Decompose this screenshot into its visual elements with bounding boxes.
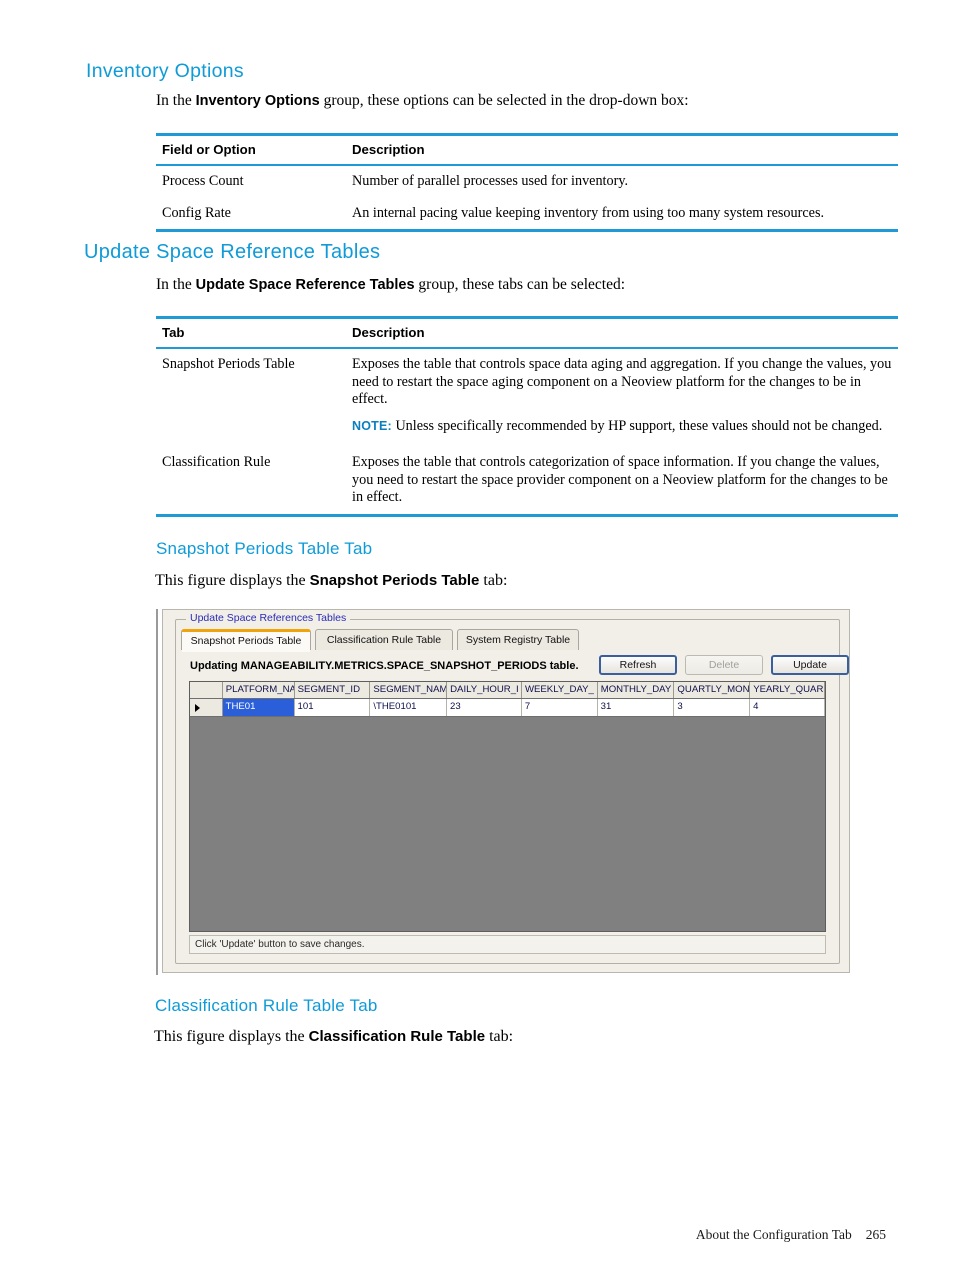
column-header-segment-nam[interactable]: SEGMENT_NAM: [370, 682, 448, 698]
cell-description: Exposes the table that controls categori…: [346, 442, 898, 517]
note-label: NOTE:: [352, 418, 392, 433]
cell-field: Process Count: [162, 173, 244, 189]
cell-weekly-day[interactable]: 7: [521, 699, 598, 716]
section-heading-inventory-options: Inventory Options: [86, 60, 244, 82]
page-footer: About the Configuration Tab 265: [696, 1227, 886, 1243]
update-button[interactable]: Update: [771, 655, 849, 675]
figure-left-rule: [156, 609, 158, 975]
intro-bold-text: Inventory Options: [195, 93, 320, 109]
cell-yearly-quar[interactable]: 4: [750, 699, 825, 716]
grid-header-row: PLATFORM_NA SEGMENT_ID SEGMENT_NAM DAILY…: [190, 682, 825, 699]
cell-description: Number of parallel processes used for in…: [352, 173, 629, 189]
caption-post-text: tab:: [485, 1028, 514, 1045]
cell-monthly-day[interactable]: 31: [597, 699, 675, 716]
cell-tab: Classification Rule: [156, 442, 346, 517]
column-header-tab: Tab: [156, 316, 346, 349]
delete-button: Delete: [685, 655, 763, 675]
column-header-monthly-day[interactable]: MONTHLY_DAY: [597, 682, 675, 698]
column-header-weekly-day[interactable]: WEEKLY_DAY_: [521, 682, 598, 698]
snapshot-periods-data-grid[interactable]: PLATFORM_NA SEGMENT_ID SEGMENT_NAM DAILY…: [189, 681, 826, 932]
note-block: NOTE: Unless specifically recommended by…: [352, 409, 892, 436]
snapshot-periods-caption: This figure displays the Snapshot Period…: [155, 571, 895, 591]
cell-tab: Snapshot Periods Table: [162, 356, 295, 372]
column-header-description: Description: [346, 316, 898, 349]
note-text: Unless specifically recommended by HP su…: [395, 417, 883, 434]
tab-system-registry-table[interactable]: System Registry Table: [457, 629, 579, 650]
column-header-quartly-mon[interactable]: QUARTLY_MON: [674, 682, 751, 698]
page-number: 265: [865, 1227, 886, 1242]
table-row: Snapshot Periods Table Exposes the table…: [156, 348, 898, 442]
intro-pre-text: In the: [156, 92, 196, 109]
intro-bold-text: Update Space Reference Tables: [195, 277, 415, 293]
classification-rule-caption: This figure displays the Classification …: [154, 1027, 894, 1047]
column-header-segment-id[interactable]: SEGMENT_ID: [294, 682, 371, 698]
figure-snapshot-periods-table-tab: Update Space References Tables Snapshot …: [156, 609, 850, 975]
inventory-options-table: Field or Option Description Process Coun…: [156, 133, 898, 232]
cell-quartly-mon[interactable]: 3: [674, 699, 751, 716]
tab-snapshot-periods-table[interactable]: Snapshot Periods Table: [181, 629, 311, 650]
description-text: Exposes the table that controls space da…: [352, 356, 892, 407]
tab-classification-rule-table[interactable]: Classification Rule Table: [315, 629, 453, 650]
intro-pre-text: In the: [156, 276, 196, 293]
caption-pre-text: This figure displays the: [155, 572, 310, 589]
table-row: Classification Rule Exposes the table th…: [156, 442, 898, 517]
cell-segment-nam[interactable]: \THE0101: [370, 699, 448, 716]
inventory-options-intro: In the Inventory Options group, these op…: [156, 91, 896, 111]
tab-strip: Snapshot Periods Table Classification Ru…: [181, 629, 834, 650]
table-header-row: Tab Description: [156, 316, 898, 349]
column-header-yearly-quar[interactable]: YEARLY_QUAR: [750, 682, 825, 698]
subsection-heading-classification-rule-table-tab: Classification Rule Table Tab: [155, 996, 378, 1015]
column-header-field-or-option: Field or Option: [156, 133, 346, 166]
footer-title: About the Configuration Tab: [695, 1227, 852, 1242]
caption-pre-text: This figure displays the: [154, 1028, 309, 1045]
table-row[interactable]: THE01 101 \THE0101 23 7 31 3 4: [190, 699, 825, 717]
updating-table-label: Updating MANAGEABILITY.METRICS.SPACE_SNA…: [190, 660, 579, 672]
row-selector-cell[interactable]: [190, 699, 223, 716]
update-space-reference-tables-intro: In the Update Space Reference Tables gro…: [156, 275, 896, 295]
table-row: Process Count Number of parallel process…: [156, 165, 898, 198]
intro-post-text: group, these options can be selected in …: [319, 92, 689, 109]
status-bar: Click 'Update' button to save changes.: [189, 935, 826, 954]
update-space-reference-tables-table: Tab Description Snapshot Periods Table E…: [156, 316, 898, 517]
refresh-button[interactable]: Refresh: [599, 655, 677, 675]
groupbox-label: Update Space References Tables: [186, 612, 351, 624]
document-page: Inventory Options In the Inventory Optio…: [0, 0, 954, 1271]
cell-daily-hour-i[interactable]: 23: [447, 699, 522, 716]
column-header-platform-na[interactable]: PLATFORM_NA: [222, 682, 295, 698]
tab-panel-snapshot-periods: Updating MANAGEABILITY.METRICS.SPACE_SNA…: [181, 650, 849, 958]
caption-bold-text: Snapshot Periods Table: [309, 572, 480, 589]
row-selector-arrow-icon: [195, 703, 200, 712]
application-window: Update Space References Tables Snapshot …: [162, 609, 850, 973]
cell-segment-id[interactable]: 101: [294, 699, 371, 716]
table-row: Config Rate An internal pacing value kee…: [156, 197, 898, 232]
intro-post-text: group, these tabs can be selected:: [414, 276, 626, 293]
column-header-daily-hour-i[interactable]: DAILY_HOUR_I: [447, 682, 522, 698]
section-heading-update-space-reference-tables: Update Space Reference Tables: [84, 241, 381, 263]
table-header-row: Field or Option Description: [156, 133, 898, 166]
column-header-description: Description: [346, 133, 898, 166]
grid-corner-cell: [190, 682, 223, 698]
update-space-references-tables-groupbox: Update Space References Tables Snapshot …: [175, 612, 849, 964]
caption-post-text: tab:: [479, 572, 508, 589]
subsection-heading-snapshot-periods-table-tab: Snapshot Periods Table Tab: [156, 539, 373, 558]
cell-description: An internal pacing value keeping invento…: [346, 197, 898, 232]
tab-active-connector: [182, 650, 310, 652]
caption-bold-text: Classification Rule Table: [308, 1028, 486, 1045]
cell-description: Exposes the table that controls space da…: [346, 348, 898, 442]
cell-field: Config Rate: [156, 197, 346, 232]
cell-platform-na[interactable]: THE01: [222, 699, 295, 716]
